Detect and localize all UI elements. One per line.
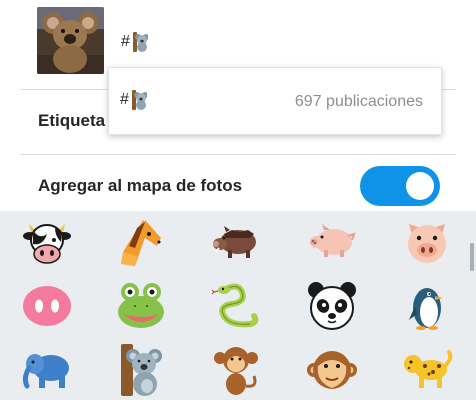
cow-face-icon[interactable] <box>21 216 73 268</box>
add-to-photo-map-label: Agregar al mapa de fotos <box>38 176 243 195</box>
pig-icon[interactable] <box>306 216 358 268</box>
koala-icon[interactable] <box>115 344 167 396</box>
monkey-face-icon[interactable] <box>306 344 358 396</box>
suggestion-hashtag: # <box>120 90 148 110</box>
elephant-icon[interactable] <box>21 344 73 396</box>
pig-nose-icon[interactable] <box>21 280 73 332</box>
frog-face-icon[interactable] <box>115 280 167 332</box>
divider <box>20 154 456 155</box>
hashtag-symbol: # <box>121 33 130 50</box>
caption-input[interactable]: # <box>121 30 149 54</box>
penguin-icon[interactable] <box>401 280 453 332</box>
hashtag-suggestion-item[interactable]: # 697 publicaciones <box>108 67 442 135</box>
photo-map-toggle[interactable] <box>360 166 440 206</box>
leopard-icon[interactable] <box>401 344 453 396</box>
koala-emoji-icon <box>131 90 148 110</box>
post-count: 697 publicaciones <box>294 93 423 110</box>
koala-emoji-icon <box>132 32 149 52</box>
snake-icon[interactable] <box>210 280 262 332</box>
pig-face-icon[interactable] <box>401 216 453 268</box>
hashtag-symbol: # <box>120 91 129 108</box>
photo-thumbnail[interactable] <box>37 7 104 74</box>
tag-people-row[interactable]: Etiqueta <box>38 111 105 131</box>
monkey-icon[interactable] <box>210 344 262 396</box>
toggle-knob <box>406 172 434 200</box>
boar-icon[interactable] <box>210 216 262 268</box>
horse-face-icon[interactable] <box>115 216 167 268</box>
keyboard-scrollbar[interactable] <box>470 243 474 271</box>
panda-face-icon[interactable] <box>306 280 358 332</box>
